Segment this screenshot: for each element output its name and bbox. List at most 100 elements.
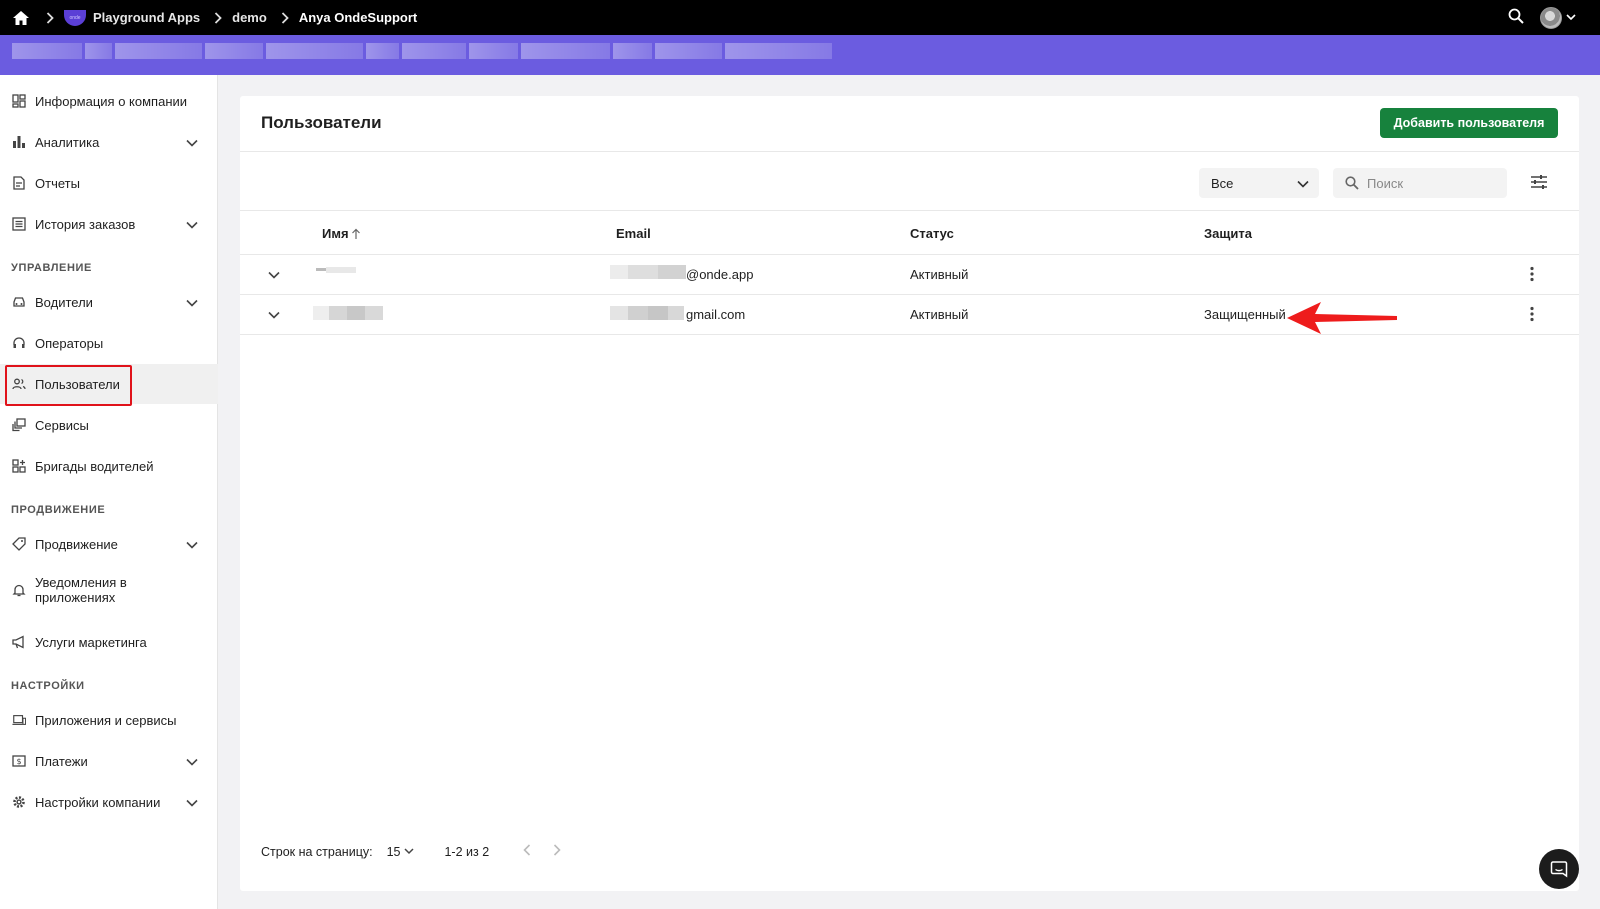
divider — [240, 151, 1579, 152]
column-header-protection[interactable]: Защита — [1204, 226, 1252, 241]
sidebar-item-operators[interactable]: Операторы — [0, 323, 218, 363]
sidebar-item-label: Отчеты — [35, 175, 80, 191]
sidebar-item-marketing-services[interactable]: Услуги маркетинга — [0, 622, 218, 662]
redacted-email-prefix — [610, 265, 686, 279]
chevron-down-icon — [186, 754, 198, 769]
grid-plus-icon — [12, 459, 26, 473]
email-cell: @onde.app — [686, 267, 754, 282]
sidebar-item-label: Услуги маркетинга — [35, 634, 147, 650]
more-vert-icon[interactable] — [1530, 266, 1534, 285]
sidebar-item-payments[interactable]: $ Платежи — [0, 741, 218, 781]
redacted-name — [316, 267, 356, 273]
headset-icon — [12, 336, 26, 350]
sidebar-item-order-history[interactable]: История заказов — [0, 204, 218, 244]
breadcrumb-project[interactable]: demo — [232, 10, 267, 25]
divider — [240, 210, 1579, 211]
next-page-icon[interactable] — [553, 844, 561, 859]
sidebar-item-label: Платежи — [35, 753, 88, 769]
page-title: Пользователи — [261, 113, 382, 132]
chat-widget-button[interactable] — [1539, 849, 1579, 889]
sidebar-item-label: История заказов — [35, 216, 136, 232]
search-icon[interactable] — [1508, 8, 1524, 27]
sidebar-item-reports[interactable]: Отчеты — [0, 163, 218, 203]
expand-row-icon[interactable] — [268, 307, 280, 322]
sidebar-item-label: Аналитика — [35, 134, 100, 150]
sidebar-item-drivers[interactable]: Водители — [0, 282, 218, 322]
sidebar-item-company-info[interactable]: Информация о компании — [0, 81, 218, 121]
search-input[interactable]: Поиск — [1333, 168, 1507, 198]
chevron-right-icon — [281, 11, 289, 24]
bar-chart-icon — [12, 135, 26, 149]
list-icon — [12, 217, 26, 231]
dollar-icon: $ — [12, 754, 26, 768]
sort-ascending-icon — [351, 228, 360, 239]
sidebar-item-label: Водители — [35, 294, 93, 310]
chat-icon — [1550, 861, 1568, 878]
sidebar-item-label: Операторы — [35, 335, 104, 351]
car-icon — [12, 295, 26, 309]
chevron-down-icon — [186, 295, 198, 310]
chevron-down-icon — [186, 217, 198, 232]
chevron-right-icon — [46, 11, 54, 24]
redacted-name — [313, 306, 383, 320]
column-header-status[interactable]: Статус — [910, 226, 954, 241]
chevron-down-icon — [186, 135, 198, 150]
status-cell: Активный — [910, 267, 969, 282]
section-heading-promotion: ПРОДВИЖЕНИЕ — [11, 504, 106, 516]
page-range: 1-2 из 2 — [444, 844, 490, 859]
bell-icon — [12, 583, 26, 597]
pagination: Строк на страницу: 15 1-2 из 2 — [261, 844, 561, 859]
redacted-email-prefix — [610, 306, 684, 320]
sidebar-item-in-app-notifications[interactable]: Уведомления в приложениях — [0, 566, 218, 614]
chevron-down-icon — [186, 795, 198, 810]
devices-icon — [12, 713, 26, 727]
report-icon — [12, 176, 26, 190]
megaphone-icon — [12, 635, 26, 649]
chevron-down-icon — [1566, 14, 1576, 21]
sidebar-item-analytics[interactable]: Аналитика — [0, 122, 218, 162]
chevron-down-icon — [404, 848, 415, 855]
sidebar-item-services[interactable]: Сервисы — [0, 405, 218, 445]
add-user-button[interactable]: Добавить пользователя — [1380, 108, 1558, 138]
sidebar-item-label: Настройки компании — [35, 794, 161, 810]
status-cell: Активный — [910, 307, 969, 322]
rows-per-page-select[interactable]: 15 — [387, 845, 415, 859]
sidebar-item-label: Информация о компании — [35, 93, 188, 109]
rows-per-page-value: 15 — [386, 844, 401, 859]
status-filter-select[interactable]: Все — [1199, 168, 1319, 198]
layers-icon — [12, 418, 26, 432]
sidebar-item-label: Приложения и сервисы — [35, 712, 177, 728]
search-placeholder: Поиск — [1367, 175, 1404, 191]
more-vert-icon[interactable] — [1530, 306, 1534, 325]
annotation-arrow — [1287, 302, 1397, 334]
chevron-right-icon — [214, 11, 222, 24]
section-heading-settings: НАСТРОЙКИ — [11, 680, 85, 692]
top-bar: onde Playground Apps demo Anya OndeSuppo… — [0, 0, 1600, 35]
notice-banner — [0, 35, 1600, 75]
sidebar-item-company-settings[interactable]: Настройки компании — [0, 782, 218, 822]
dashboard-icon — [12, 94, 26, 108]
sidebar-item-apps-and-services[interactable]: Приложения и сервисы — [0, 700, 218, 740]
column-header-email[interactable]: Email — [616, 226, 651, 241]
breadcrumb-page: Anya OndeSupport — [298, 10, 418, 25]
account-menu[interactable] — [1540, 6, 1576, 29]
previous-page-icon[interactable] — [523, 844, 531, 859]
rows-per-page-label: Строк на страницу: — [261, 844, 373, 859]
expand-row-icon[interactable] — [268, 267, 280, 282]
table-row[interactable]: @onde.app Активный — [240, 255, 1579, 294]
home-button[interactable] — [0, 10, 42, 26]
org-logo: onde — [64, 9, 86, 26]
users-card: Пользователи Добавить пользователя Все П… — [240, 96, 1579, 891]
email-cell: gmail.com — [686, 307, 746, 322]
sidebar-item-promotion[interactable]: Продвижение — [0, 524, 218, 564]
section-heading-management: УПРАВЛЕНИЕ — [11, 262, 92, 274]
annotation-highlight-box — [5, 365, 132, 406]
sidebar-item-label: Бригады водителей — [35, 458, 154, 474]
sidebar-item-driver-teams[interactable]: Бригады водителей — [0, 446, 218, 486]
column-header-name[interactable]: Имя — [322, 226, 361, 241]
column-header-label: Имя — [322, 226, 349, 241]
filter-settings-icon[interactable] — [1530, 174, 1548, 195]
banner-redacted-text — [12, 43, 832, 59]
search-icon — [1345, 176, 1359, 190]
breadcrumb-org[interactable]: Playground Apps — [93, 10, 200, 25]
